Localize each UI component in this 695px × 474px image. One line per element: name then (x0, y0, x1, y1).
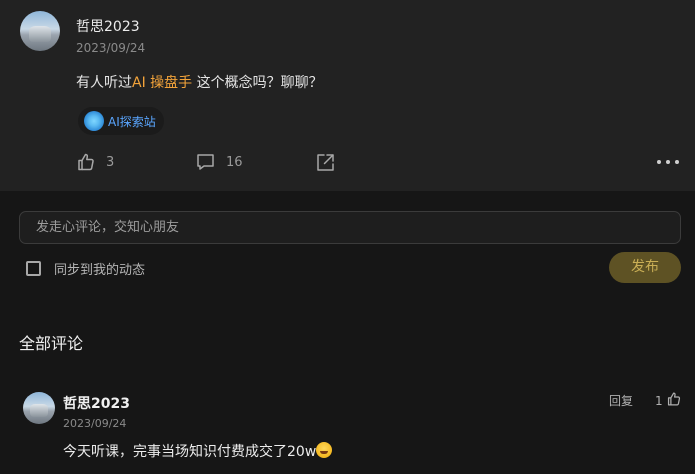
content-text-tail: 这个概念吗？聊聊？ (192, 75, 323, 91)
comments-section-title: 全部评论 (19, 334, 84, 353)
comment-button[interactable]: 16 (196, 153, 243, 171)
commenter-avatar[interactable] (23, 392, 55, 424)
topic-tag[interactable]: AI探索站 (78, 107, 164, 135)
commenter-name[interactable]: 哲思2023 (63, 393, 130, 413)
comment-text: 今天听课，完事当场知识付费成交了20w (63, 441, 333, 461)
share-icon (316, 153, 335, 172)
comment-icon (196, 153, 215, 171)
topic-tag-label: AI探索站 (108, 115, 156, 129)
author-avatar[interactable] (20, 11, 60, 51)
comment-input[interactable] (19, 211, 681, 244)
post-card: 哲思2023 2023/09/24 有人听过AI 操盘手 这个概念吗？聊聊？ A… (0, 0, 695, 191)
grinning-sweat-emoji-icon (316, 442, 333, 458)
comment-like-button[interactable]: 1 (655, 392, 681, 409)
share-button[interactable] (316, 153, 335, 172)
like-count: 3 (106, 154, 115, 170)
comment-date: 2023/09/24 (63, 417, 127, 430)
post-date: 2023/09/24 (76, 41, 146, 55)
reply-button[interactable]: 回复 (609, 392, 633, 409)
like-button[interactable]: 3 (77, 153, 114, 171)
comment-like-count: 1 (655, 393, 663, 408)
sync-to-feed-option[interactable]: 同步到我的动态 (26, 259, 145, 278)
post-content: 有人听过AI 操盘手 这个概念吗？聊聊？ (76, 72, 323, 92)
comment-count: 16 (226, 154, 243, 170)
thumbs-up-icon (77, 153, 95, 171)
content-highlight[interactable]: AI 操盘手 (132, 75, 192, 91)
thumbs-up-icon (667, 392, 681, 409)
sync-label: 同步到我的动态 (54, 263, 146, 278)
topic-tag-icon (84, 111, 104, 131)
publish-button[interactable]: 发布 (609, 252, 681, 283)
comment-body: 今天听课，完事当场知识付费成交了20w (63, 444, 317, 460)
more-icon[interactable] (657, 160, 679, 166)
content-text: 有人听过 (76, 75, 132, 91)
sync-checkbox[interactable] (26, 261, 41, 276)
author-name[interactable]: 哲思2023 (76, 16, 140, 36)
